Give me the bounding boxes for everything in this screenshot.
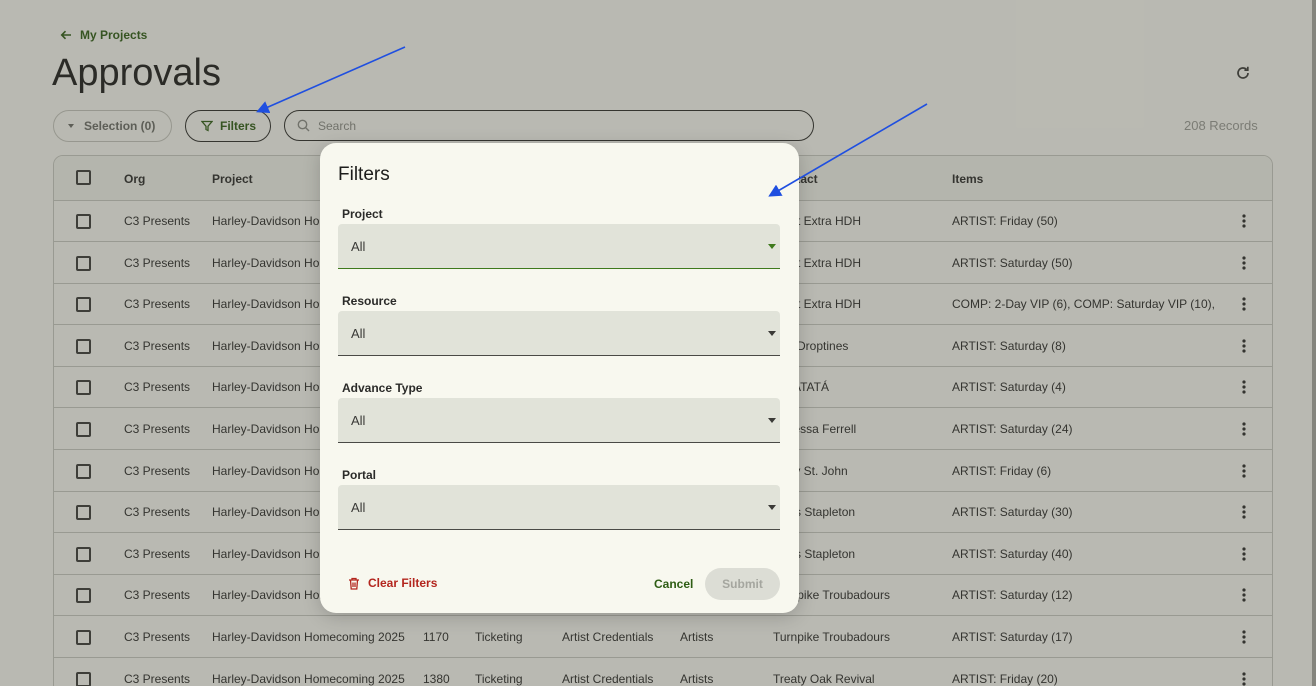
clear-filters-label: Clear Filters (368, 576, 438, 590)
advance-type-filter-value: All (351, 413, 366, 428)
cancel-button[interactable]: Cancel (654, 577, 693, 591)
portal-filter-select[interactable]: All (338, 485, 780, 530)
advance-type-filter-select[interactable]: All (338, 398, 780, 443)
project-filter-select[interactable]: All (338, 224, 780, 269)
submit-label: Submit (722, 577, 763, 591)
resource-filter-select[interactable]: All (338, 311, 780, 356)
caret-down-icon (768, 331, 776, 336)
caret-down-icon (768, 505, 776, 510)
clear-filters-button[interactable]: Clear Filters (348, 576, 437, 590)
dialog-title: Filters (338, 164, 390, 185)
portal-filter-label: Portal (342, 468, 377, 482)
caret-down-icon (768, 418, 776, 423)
resource-filter-label: Resource (342, 294, 397, 308)
caret-down-icon (768, 244, 776, 249)
trash-icon (349, 577, 359, 590)
filters-dialog: Filters Project All Resource All Advance… (320, 143, 799, 613)
resource-filter-value: All (351, 326, 366, 341)
project-filter-value: All (351, 239, 366, 254)
portal-filter-value: All (351, 500, 366, 515)
submit-button[interactable]: Submit (705, 568, 780, 600)
advance-type-filter-label: Advance Type (342, 381, 423, 395)
project-filter-label: Project (342, 207, 383, 221)
